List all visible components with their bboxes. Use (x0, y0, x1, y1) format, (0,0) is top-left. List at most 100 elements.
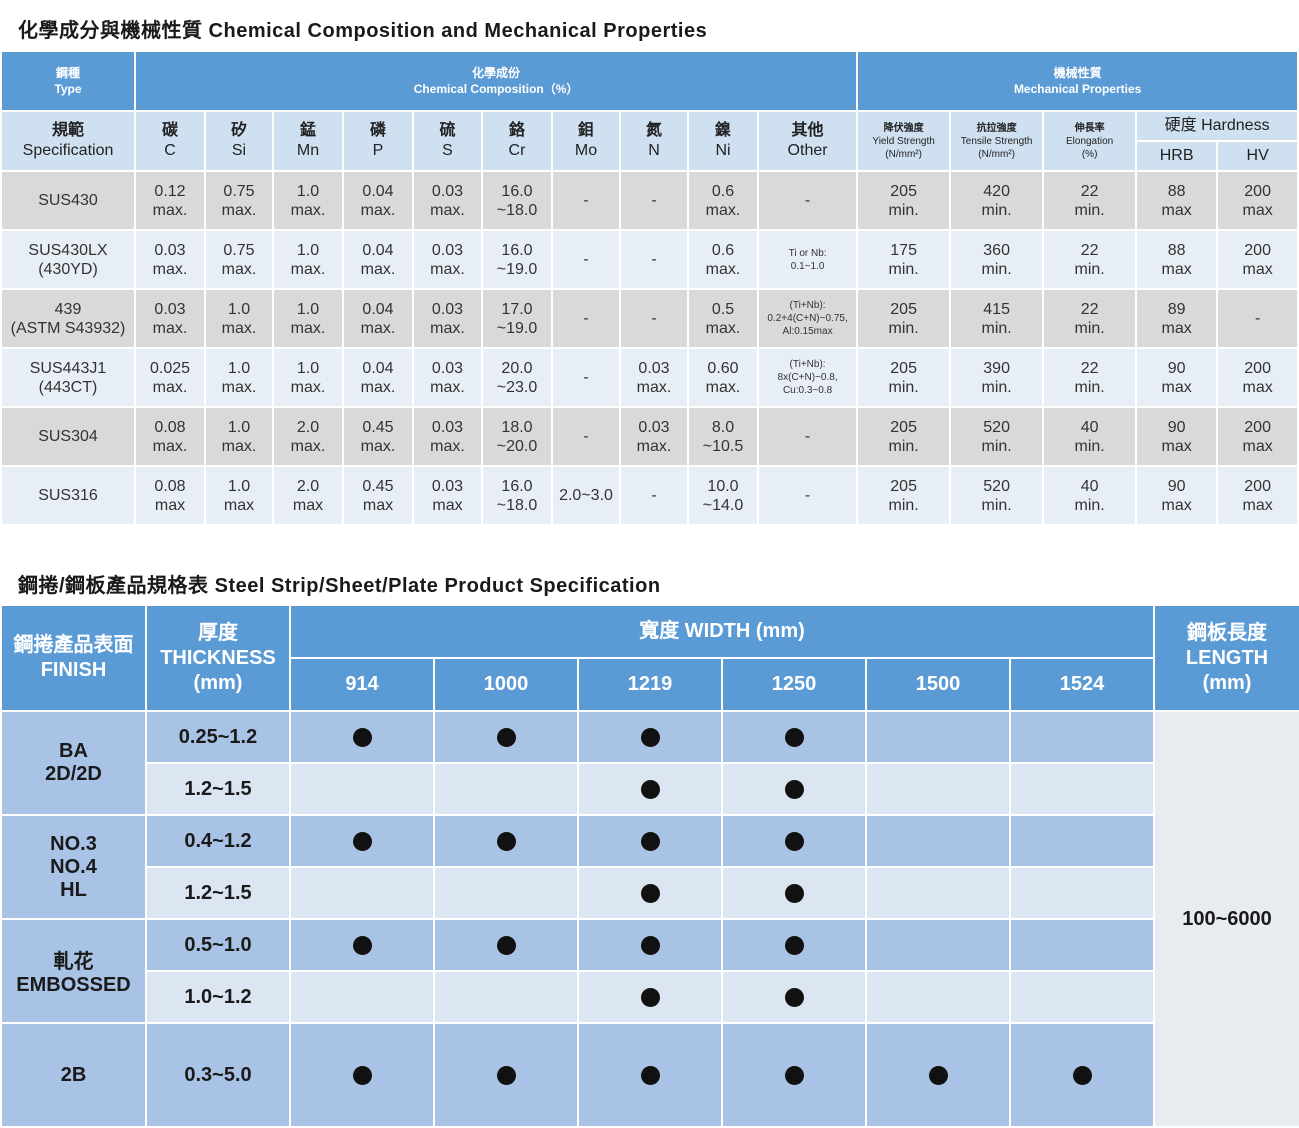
cell-text: 89 (1167, 300, 1186, 318)
cell-cr: 16.0 ~18.0 (481, 170, 553, 231)
cell-text: SUS430LX (28, 241, 108, 259)
finish-label: 2B (60, 1063, 87, 1086)
available-dot-icon (496, 831, 516, 851)
cell-ys: 205 min. (856, 347, 952, 408)
cell-text: 0.45 (362, 477, 394, 495)
cell-text: max (1242, 437, 1273, 455)
width-col-header: 1524 (1008, 657, 1156, 712)
available-dot-icon (640, 987, 660, 1007)
cell-text: 22 (1080, 182, 1099, 200)
width-availability-cell (577, 814, 723, 868)
cell-cr: 16.0 ~18.0 (481, 465, 553, 526)
cell-text: max. (221, 319, 257, 337)
cell-mo: 2.0~3.0 (551, 465, 621, 526)
available-dot-icon (640, 727, 660, 747)
width-availability-cell (577, 710, 723, 764)
thickness-cell: 1.2~1.5 (145, 866, 291, 920)
cell-text: 0.03 (431, 477, 464, 495)
cell-text: max. (290, 378, 326, 396)
cell-c: 0.08 max (134, 465, 206, 526)
cell-text: 0.45 (362, 418, 394, 436)
spec-row: BA 2D/2D 0.25~1.2 100~6000 (0, 710, 1299, 1128)
cell-ys: 205 min. (856, 406, 952, 467)
length-value: 100~6000 (1153, 710, 1299, 1128)
width-availability-cell (721, 762, 867, 816)
cell-text: 205 (890, 477, 917, 495)
cell-s: 0.03 max. (412, 347, 483, 408)
cell-text: 90 (1167, 418, 1186, 436)
width-availability-cell (289, 866, 435, 920)
cell-text: ~23.0 (496, 378, 538, 396)
cell-ni: 0.6 max. (687, 170, 759, 231)
cell-text: ~18.0 (496, 201, 538, 219)
cell-text: max (362, 496, 394, 514)
cell-text: 88 (1167, 241, 1186, 259)
cell-text: max (1161, 378, 1192, 396)
spec-row: NO.3 NO.4 HL 0.4~1.2 (0, 814, 1299, 920)
spec-row: 1.2~1.5 (1, 762, 1299, 816)
cell-text: Ti or Nb: (788, 247, 827, 259)
cell-s: 0.03 max. (412, 406, 483, 467)
cell-cr: 17.0 ~19.0 (481, 288, 553, 349)
cell-text: 90 (1167, 359, 1186, 377)
width-col-header: 914 (289, 657, 435, 712)
available-dot-icon (640, 935, 660, 955)
cell-text: min. (888, 496, 919, 514)
cell-text: 0.03 (431, 418, 464, 436)
available-dot-icon (640, 779, 660, 799)
cell-text: 200 (1244, 241, 1271, 259)
cell-text: (443CT) (38, 378, 98, 396)
cell-mo: - (551, 170, 621, 231)
cell-text: 415 (983, 300, 1010, 318)
cell-text: 420 (983, 182, 1010, 200)
table-row: SUS304 0.08 max. 1.0 max. 2.0 max. 0.45 max. 0.03… (0, 406, 1299, 467)
width-col-header: 1219 (577, 657, 723, 712)
cell-text: 0.03 (638, 359, 670, 377)
cell-p: 0.04 max. (342, 229, 414, 290)
cell-text: 1.0 (227, 477, 251, 495)
finish-label: 2D/2D (45, 763, 102, 785)
cell-text: max. (290, 437, 326, 455)
available-dot-icon (640, 1065, 660, 1085)
available-dot-icon (640, 883, 660, 903)
cell-text: 0.2+4(C+N)~0.75, (767, 313, 848, 324)
cell-n: - (619, 170, 689, 231)
cell-text: max (154, 496, 186, 514)
cell-text: 0.03 (431, 241, 464, 259)
cell-text: 16.0 (501, 241, 533, 259)
cell-text: 88 (1167, 182, 1186, 200)
cell-text: ~10.5 (702, 437, 744, 455)
cell-text: max. (360, 260, 396, 278)
cell-text: min. (1074, 319, 1105, 337)
mech-header: 機械性質 Mechanical Properties (856, 50, 1299, 112)
finish-label: HL (60, 878, 87, 901)
width-availability-cell (433, 1022, 579, 1128)
width-col-header: 1000 (433, 657, 579, 712)
cell-text: 1.0 (227, 418, 251, 436)
cell-mn: 1.0 max. (272, 347, 344, 408)
cell-text: 0.6 (711, 182, 735, 200)
cell-text: max (1161, 319, 1192, 337)
cell-text: max. (430, 319, 465, 337)
finish-label: EMBOSSED (16, 974, 131, 996)
cell-n: - (619, 229, 689, 290)
cell-p: 0.04 max. (342, 347, 414, 408)
cell-text: max. (152, 260, 188, 278)
hrb-header: HRB (1135, 140, 1219, 172)
spec-row: 1.0~1.2 (1, 970, 1299, 1024)
hardness-header: 硬度 Hardness (1135, 110, 1299, 142)
cell-text: 22 (1080, 241, 1099, 259)
width-availability-cell (577, 918, 723, 972)
cell-text: 0.04 (362, 300, 394, 318)
width-availability-cell (289, 762, 435, 816)
cell-text: 520 (983, 477, 1010, 495)
finish-label: BA (59, 740, 88, 762)
width-availability-cell (865, 970, 1011, 1024)
cell-text: min. (888, 319, 919, 337)
available-dot-icon (784, 831, 804, 851)
section2-title: 鋼捲/鋼板產品規格表 Steel Strip/Sheet/Plate Produ… (18, 575, 661, 597)
cell-text: 205 (890, 418, 917, 436)
cell-mo: - (551, 347, 621, 408)
cell-text: max. (152, 437, 188, 455)
cell-text: 2.0 (296, 477, 320, 495)
